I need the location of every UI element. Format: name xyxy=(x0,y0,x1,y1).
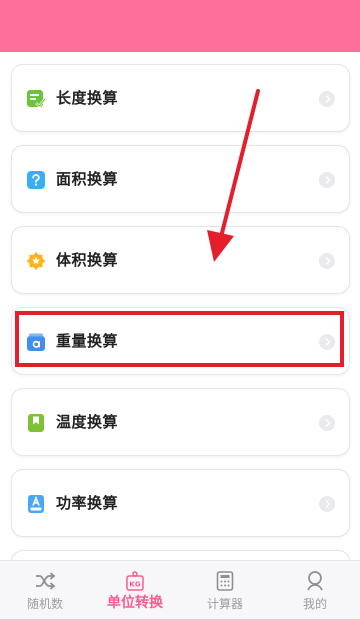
length-icon xyxy=(26,89,46,109)
tab-unit-conversion[interactable]: KG 单位转换 xyxy=(90,561,180,619)
chevron-right-icon xyxy=(319,172,335,188)
chevron-right-icon xyxy=(319,253,335,269)
list-item-temperature[interactable]: 温度换算 xyxy=(11,388,350,456)
svg-text:KG: KG xyxy=(129,581,140,589)
top-header-bar xyxy=(0,0,360,52)
calculator-icon xyxy=(214,570,236,592)
list-item-label: 功率换算 xyxy=(56,494,119,512)
tab-random[interactable]: 随机数 xyxy=(0,561,90,619)
list-item-label: 长度换算 xyxy=(56,89,119,107)
tab-label: 单位转换 xyxy=(107,595,163,611)
list-item-volume[interactable]: 体积换算 xyxy=(11,226,350,294)
list-item-label: 温度换算 xyxy=(56,413,119,431)
chevron-right-icon xyxy=(319,91,335,107)
list-item-label: 重量换算 xyxy=(56,332,119,350)
tab-label: 我的 xyxy=(302,597,327,611)
kg-weight-icon: KG xyxy=(124,570,146,592)
list-item-partial[interactable] xyxy=(11,550,350,560)
bookmark-icon xyxy=(26,413,46,433)
list-item-label: 体积换算 xyxy=(56,251,119,269)
chevron-right-icon xyxy=(319,415,335,431)
chevron-right-icon xyxy=(319,496,335,512)
power-doc-icon xyxy=(26,494,46,514)
shuffle-icon xyxy=(34,570,56,592)
tab-label: 随机数 xyxy=(26,597,63,611)
list-item-label: 面积换算 xyxy=(56,170,119,188)
tab-label: 计算器 xyxy=(206,597,243,611)
chevron-right-icon xyxy=(319,334,335,350)
star-badge-icon xyxy=(26,251,46,271)
weight-icon xyxy=(26,332,46,352)
tab-calculator[interactable]: 计算器 xyxy=(180,561,270,619)
list-item-power[interactable]: 功率换算 xyxy=(11,469,350,537)
list-item-length[interactable]: 长度换算 xyxy=(11,64,350,132)
tab-mine[interactable]: 我的 xyxy=(270,561,360,619)
conversion-list[interactable]: 长度换算 面积换算 体积换算 重量换算 温度换算 功率换算 xyxy=(0,52,360,560)
list-item-area[interactable]: 面积换算 xyxy=(11,145,350,213)
bottom-tab-bar: 随机数 KG 单位转换 计算器 我的 xyxy=(0,560,360,619)
question-square-icon xyxy=(26,170,46,190)
list-item-weight[interactable]: 重量换算 xyxy=(11,307,350,375)
user-icon xyxy=(304,570,326,592)
